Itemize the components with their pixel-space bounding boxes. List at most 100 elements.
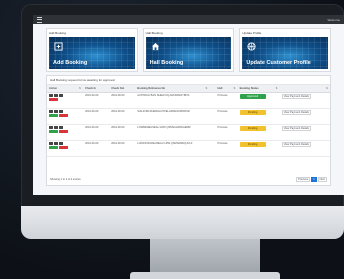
reference-cell: SIALFORLDUERHAUTFELHIMANCIWNDSD [135,108,210,125]
monitor-chin [21,206,344,239]
table-row: 2019-00-00 2019-00-00 AUSTRALI BAN SHELF… [47,92,330,109]
check-out-cell: 2019-00-00 [109,108,136,125]
monitor-stand-base [130,272,280,279]
panel-title: Hall Booking request forms awaiting for … [47,76,330,85]
basketball-icon [247,42,256,51]
check-in-cell: 2019-00-00 [83,124,110,141]
action-cell [47,140,74,157]
edit-button[interactable] [49,94,53,97]
reference-cell: AUSTRALI BAN SHELFUQ AHKIMADIYBOS [135,92,210,109]
sort-icon: ⇅ [78,87,82,90]
col-status[interactable]: Booking Status ⇅ [237,85,280,93]
view-payment-button[interactable]: View Payment Details [281,110,311,115]
pagination-previous[interactable]: Previous [296,177,311,182]
sort-icon: ⇅ [205,87,208,90]
card-label: Update Customer Profile [246,60,311,66]
home-icon [151,42,159,51]
card-label: Hall Booking [149,60,184,66]
view-button[interactable] [54,142,58,145]
action-cell [47,108,74,125]
pagination-next[interactable]: Next [317,177,327,182]
col-reference[interactable]: Booking Reference No ⇅ [135,85,210,93]
approve-button[interactable] [49,130,58,133]
col-check-in[interactable]: Check In [83,85,110,93]
delete-button[interactable] [59,130,68,133]
card-image[interactable]: Add Booking [49,37,135,69]
action-cell [47,124,74,141]
print-button[interactable] [59,126,63,129]
menu-icon[interactable] [37,16,42,23]
table-row: 2019-00-00 2019-00-00 LOWRENEUSEAU LRW Q… [47,124,330,141]
view-button[interactable] [54,94,58,97]
status-badge: Pending [239,142,266,147]
payment-cell: View Payment Details [279,92,330,109]
add-booking-icon [54,42,63,51]
status-cell: Pending [237,140,280,157]
col-sort[interactable]: ⇅ [73,85,84,93]
col-payment[interactable]: ⇅ [279,85,330,93]
check-in-cell: 2019-00-00 [83,140,110,157]
hall-cell: Princess [215,108,238,125]
approve-button[interactable] [49,146,58,149]
view-button[interactable] [54,126,58,129]
status-badge: Approved [239,94,266,99]
sort-icon: ⇅ [325,87,328,90]
view-payment-button[interactable]: View Payment Details [281,142,311,147]
print-button[interactable] [59,110,63,113]
hall-cell: Princess [215,124,238,141]
approve-button[interactable] [49,114,58,117]
status-badge: Pending [239,126,266,131]
edit-button[interactable] [49,142,53,145]
status-cell: Pending [237,108,280,125]
delete-button[interactable] [59,146,68,149]
card-title: Update Profile [242,31,262,35]
edit-button[interactable] [49,110,53,113]
pagination: Previous 1 Next [296,177,327,182]
bookings-panel: Hall Booking request forms awaiting for … [46,75,331,186]
view-payment-button[interactable]: View Payment Details [281,94,311,99]
check-out-cell: 2019-00-00 [109,140,136,157]
table-row: 2019-00-00 2019-00-00 SIALFORLDUERHAUTFE… [47,108,330,125]
check-in-cell: 2019-00-00 [83,108,110,125]
view-payment-button[interactable]: View Payment Details [281,126,311,131]
check-out-cell: 2019-00-00 [109,92,136,109]
edit-button[interactable] [49,126,53,129]
check-out-cell: 2019-00-00 [109,124,136,141]
screen: Welcome Add Booking Add Booking Hall Boo… [33,15,344,195]
card-title: Hall Booking [145,31,163,35]
status-cell: Pending [237,124,280,141]
check-in-cell: 2019-00-00 [83,92,110,109]
sort-icon: ⇅ [275,87,278,90]
card-hall-booking[interactable]: Hall Booking Hall Booking [142,28,235,72]
card-image[interactable]: Hall Booking [145,37,232,69]
col-hall[interactable]: Hall ⇅ [215,85,238,93]
sort-icon: ⇅ [233,87,236,90]
delete-button[interactable] [59,114,68,117]
table-row: 2019-00-00 2019-00-00 LUKWIOSUREUSEAU LR… [47,140,330,157]
status-badge: Pending [239,110,266,115]
status-cell: Approved [237,92,280,109]
bookings-table: Action ⇅ Check In Check Out Booking Refe… [47,85,330,157]
payment-cell: View Payment Details [279,124,330,141]
top-bar: Welcome [33,15,344,24]
card-image[interactable]: Update Customer Profile [242,37,329,69]
col-check-out[interactable]: Check Out [109,85,136,93]
payment-cell: View Payment Details [279,140,330,157]
pagination-page[interactable]: 1 [311,177,317,182]
view-button[interactable] [54,110,58,113]
card-update-profile[interactable]: Update Profile Update Customer Profile [239,28,332,72]
delete-button[interactable] [49,98,58,101]
print-button[interactable] [59,94,63,97]
print-button[interactable] [59,142,63,145]
action-cell [47,92,74,109]
card-add-booking[interactable]: Add Booking Add Booking [46,28,138,72]
entries-info: Showing 1 to 4 of 4 entries [50,178,81,181]
quick-actions: Add Booking Add Booking Hall Booking Hal… [33,24,344,72]
payment-cell: View Payment Details [279,108,330,125]
hall-cell: Princess [215,92,238,109]
table-footer: Showing 1 to 4 of 4 entries Previous 1 N… [50,177,327,182]
user-label[interactable]: Welcome [328,18,340,22]
hall-cell: Princess [215,140,238,157]
col-action[interactable]: Action [47,85,74,93]
card-label: Add Booking [53,60,88,66]
